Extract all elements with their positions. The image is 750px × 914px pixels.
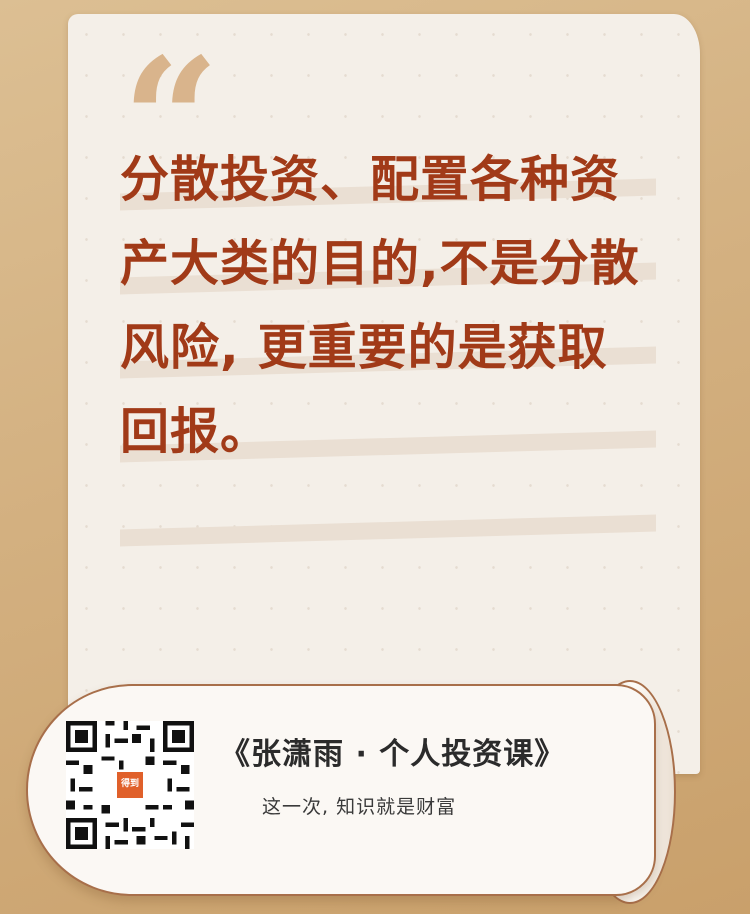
quote-text: 分散投资、配置各种资 产大类的目的,不是分散 风险, 更重要的是获取 回报。: [120, 138, 680, 474]
slogan: 这一次, 知识就是财富: [262, 796, 457, 818]
quote-line: 风险, 更重要的是获取: [120, 319, 608, 376]
quote-line: 产大类的目的,不是分散: [120, 235, 640, 292]
course-title: 《张潇雨 · 个人投资课》: [220, 737, 566, 772]
quote-line: 回报。: [120, 403, 271, 460]
qr-logo-label: 得到: [120, 779, 139, 789]
quote-line: 分散投资、配置各种资: [120, 151, 621, 208]
highlight-stripe: [120, 514, 656, 547]
